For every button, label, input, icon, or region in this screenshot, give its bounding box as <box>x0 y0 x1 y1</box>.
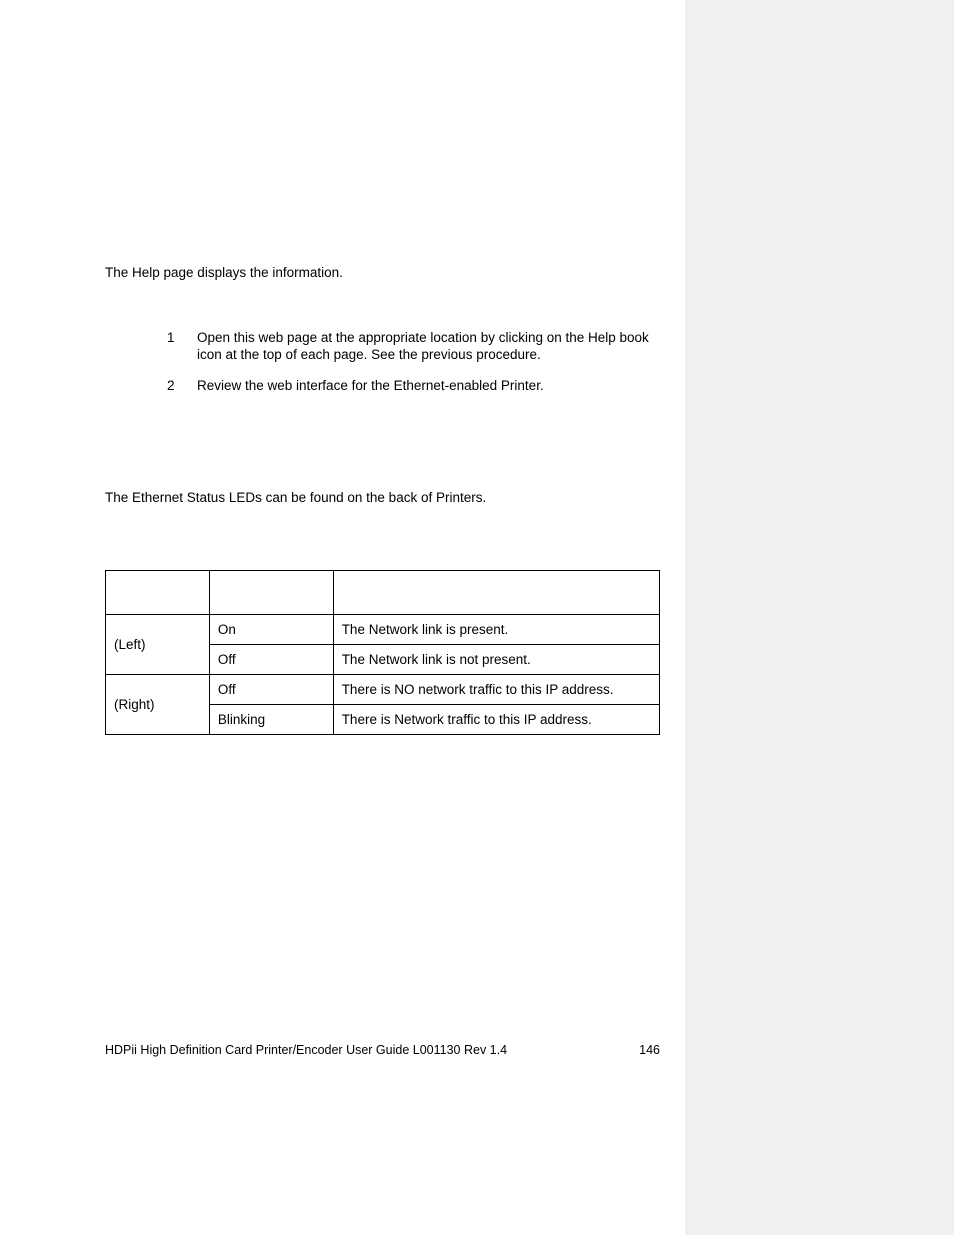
table-row: (Left) On The Network link is present. <box>106 614 660 644</box>
leds-table: (Left) On The Network link is present. O… <box>105 570 660 735</box>
cell-desc: The Network link is not present. <box>333 644 659 674</box>
table-row: (Right) Off There is NO network traffic … <box>106 674 660 704</box>
table-header-row <box>106 570 660 614</box>
intro-suffix: information. <box>272 265 343 280</box>
cell-status: Blinking <box>209 704 333 734</box>
footer-guide-title: HDPii High Definition Card Printer/Encod… <box>105 1043 507 1057</box>
step-number: 2 <box>167 378 197 393</box>
cell-led-right: (Right) <box>106 674 210 734</box>
intro-paragraph: The Help page displays the information. <box>105 265 660 280</box>
cell-led-left: (Left) <box>106 614 210 674</box>
page-content: The Help page displays the information. … <box>0 0 660 735</box>
step-number: 1 <box>167 330 197 345</box>
step-row: 1 Open this web page at the appropriate … <box>167 330 660 364</box>
page-footer: HDPii High Definition Card Printer/Encod… <box>105 1043 660 1057</box>
cell-status: On <box>209 614 333 644</box>
footer-page-number: 146 <box>639 1043 660 1057</box>
intro-prefix: The Help page displays the <box>105 265 272 280</box>
step-row: 2 Review the web interface for the Ether… <box>167 378 660 395</box>
header-status <box>209 570 333 614</box>
header-led <box>106 570 210 614</box>
cell-desc: There is Network traffic to this IP addr… <box>333 704 659 734</box>
page-sidebar <box>685 0 954 1235</box>
step-list: 1 Open this web page at the appropriate … <box>167 330 660 395</box>
page-main: The Help page displays the information. … <box>0 0 685 1235</box>
step-text: Open this web page at the appropriate lo… <box>197 330 657 364</box>
header-description <box>333 570 659 614</box>
step-text: Review the web interface for the Etherne… <box>197 378 657 395</box>
leds-description: The Ethernet Status LEDs can be found on… <box>105 490 660 505</box>
cell-desc: There is NO network traffic to this IP a… <box>333 674 659 704</box>
cell-status: Off <box>209 644 333 674</box>
cell-desc: The Network link is present. <box>333 614 659 644</box>
cell-status: Off <box>209 674 333 704</box>
